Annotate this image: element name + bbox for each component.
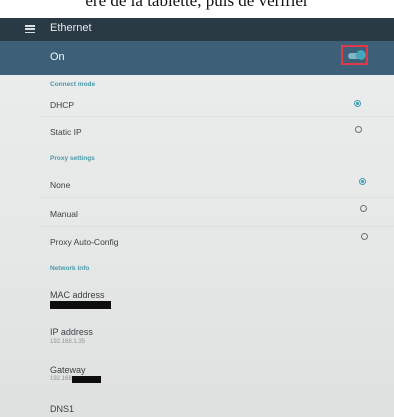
connect-mode-header: Connect mode bbox=[50, 81, 96, 88]
radio-static-ip[interactable] bbox=[355, 126, 362, 133]
caption-text: ère de la tablette, puis de vérifier bbox=[85, 0, 309, 10]
radio-none[interactable] bbox=[359, 178, 366, 185]
gateway-title: Gateway bbox=[50, 365, 86, 375]
divider bbox=[40, 226, 394, 227]
proxy-settings-header: Proxy settings bbox=[50, 155, 95, 162]
divider bbox=[40, 116, 394, 117]
radio-proxy-auto-config[interactable] bbox=[361, 233, 368, 240]
hamburger-icon[interactable] bbox=[25, 25, 35, 34]
option-proxy-auto-config-label[interactable]: Proxy Auto-Config bbox=[50, 237, 119, 247]
mac-address-title: MAC address bbox=[50, 290, 105, 300]
network-info-header: Network info bbox=[50, 265, 90, 272]
ip-address-title: IP address bbox=[50, 327, 93, 337]
gateway-value: 192.168. bbox=[50, 376, 74, 382]
option-manual-label[interactable]: Manual bbox=[50, 209, 78, 219]
master-switch-label: On bbox=[50, 51, 65, 63]
dns1-title: DNS1 bbox=[50, 404, 75, 414]
divider bbox=[40, 197, 394, 198]
option-static-ip-label[interactable]: Static IP bbox=[50, 127, 82, 137]
ip-address-value: 192.168.1.35 bbox=[50, 339, 86, 345]
screen: ère de la tablette, puis de vérifier Eth… bbox=[0, 0, 394, 417]
toggle-thumb[interactable] bbox=[356, 50, 366, 60]
highlight-box bbox=[341, 45, 368, 65]
gateway-redaction bbox=[72, 376, 101, 383]
option-none-label[interactable]: None bbox=[50, 180, 70, 190]
app-bar-title: Ethernet bbox=[50, 22, 92, 34]
caption-text-strip: ère de la tablette, puis de vérifier bbox=[0, 0, 394, 18]
radio-dhcp[interactable] bbox=[354, 100, 361, 107]
ethernet-master-switch-bar[interactable]: On bbox=[0, 41, 394, 75]
option-dhcp-label[interactable]: DHCP bbox=[50, 100, 74, 110]
app-bar: Ethernet bbox=[0, 18, 394, 41]
radio-manual[interactable] bbox=[360, 205, 367, 212]
mac-address-redaction bbox=[50, 301, 111, 309]
